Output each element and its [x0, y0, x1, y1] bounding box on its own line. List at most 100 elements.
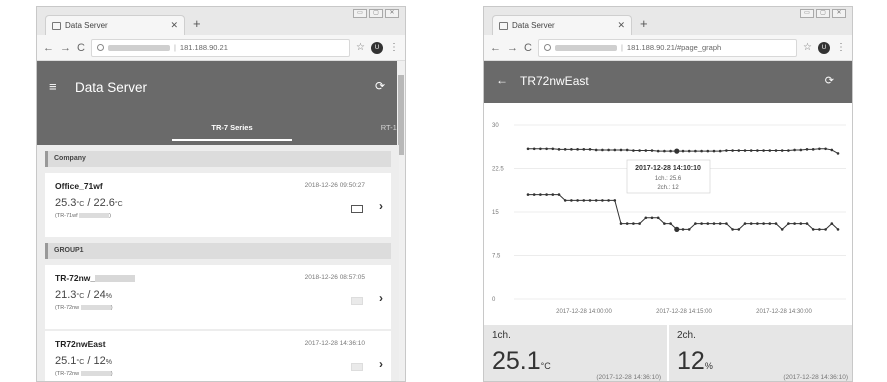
data-point[interactable]: [681, 228, 685, 231]
forward-arrow-icon[interactable]: →: [60, 42, 71, 54]
data-point[interactable]: [805, 148, 809, 151]
data-point[interactable]: [663, 222, 666, 225]
reload-icon[interactable]: C: [524, 42, 532, 54]
data-point[interactable]: [694, 149, 697, 153]
data-point[interactable]: [787, 222, 790, 225]
tab-tr7-series[interactable]: TR-7 Series: [172, 115, 292, 141]
data-point[interactable]: [619, 148, 623, 152]
close-window-icon[interactable]: ✕: [832, 9, 846, 18]
device-card[interactable]: TR72nwEast 25.1°C / 12% (TR-72nw ) 2017-…: [45, 331, 391, 381]
data-point[interactable]: [601, 199, 604, 202]
data-point[interactable]: [526, 193, 530, 196]
forward-arrow-icon[interactable]: →: [507, 42, 518, 54]
extension-icon[interactable]: U: [818, 41, 830, 54]
data-point[interactable]: [656, 216, 660, 220]
data-point[interactable]: [836, 152, 840, 155]
browser-tab[interactable]: Data Server ✕: [492, 15, 632, 35]
chevron-right-icon[interactable]: ›: [379, 291, 383, 305]
data-point[interactable]: [768, 222, 772, 225]
back-icon[interactable]: ←: [496, 73, 508, 87]
data-point[interactable]: [749, 149, 753, 152]
close-window-icon[interactable]: ✕: [385, 9, 399, 18]
data-point[interactable]: [656, 149, 660, 153]
minimize-icon[interactable]: ▭: [800, 9, 814, 18]
data-point[interactable]: [674, 148, 680, 154]
line-chart[interactable]: 30 22.5 15 7.5 0 2017-12-28 14:00:00 2017-12-…: [484, 103, 852, 325]
data-point[interactable]: [557, 148, 561, 151]
data-point[interactable]: [632, 222, 635, 225]
back-arrow-icon[interactable]: ←: [490, 42, 501, 54]
data-point[interactable]: [805, 222, 809, 225]
data-point[interactable]: [737, 149, 741, 152]
data-point[interactable]: [619, 222, 623, 225]
data-point[interactable]: [576, 148, 579, 151]
data-point[interactable]: [737, 228, 741, 231]
data-point[interactable]: [774, 149, 778, 152]
data-point[interactable]: [669, 149, 672, 153]
data-point[interactable]: [681, 149, 685, 153]
data-point[interactable]: [632, 149, 635, 152]
data-point[interactable]: [780, 228, 784, 231]
maximize-icon[interactable]: ▢: [369, 9, 383, 18]
data-point[interactable]: [644, 149, 648, 152]
minimize-icon[interactable]: ▭: [353, 9, 367, 18]
data-point[interactable]: [669, 222, 672, 225]
data-point[interactable]: [694, 222, 697, 225]
data-point[interactable]: [700, 222, 703, 225]
url-input[interactable]: | 181.188.90.21: [90, 38, 351, 57]
data-point[interactable]: [700, 149, 703, 153]
data-point[interactable]: [551, 147, 555, 151]
data-point[interactable]: [588, 148, 592, 151]
data-point[interactable]: [818, 147, 821, 151]
data-point[interactable]: [706, 222, 710, 225]
data-point[interactable]: [811, 228, 815, 231]
data-point[interactable]: [836, 228, 840, 231]
data-point[interactable]: [687, 228, 691, 231]
data-point[interactable]: [582, 199, 586, 202]
data-point[interactable]: [818, 228, 821, 231]
bookmark-star-icon[interactable]: ☆: [803, 42, 812, 53]
data-point[interactable]: [532, 147, 536, 151]
data-point[interactable]: [539, 193, 542, 196]
data-point[interactable]: [725, 222, 728, 225]
new-tab-button[interactable]: +: [193, 16, 201, 31]
chevron-right-icon[interactable]: ›: [379, 199, 383, 213]
data-point[interactable]: [731, 149, 734, 152]
data-point[interactable]: [545, 193, 548, 196]
data-point[interactable]: [582, 148, 586, 151]
data-point[interactable]: [638, 149, 641, 152]
data-point[interactable]: [780, 149, 784, 152]
data-point[interactable]: [712, 149, 716, 153]
data-point[interactable]: [824, 147, 827, 151]
close-tab-icon[interactable]: ✕: [170, 20, 178, 31]
data-point[interactable]: [799, 222, 803, 225]
new-tab-button[interactable]: +: [640, 16, 648, 31]
data-point[interactable]: [768, 149, 772, 152]
data-point[interactable]: [811, 148, 815, 151]
maximize-icon[interactable]: ▢: [816, 9, 830, 18]
data-point[interactable]: [588, 199, 592, 202]
data-point[interactable]: [743, 149, 747, 152]
data-point[interactable]: [706, 149, 710, 153]
data-point[interactable]: [594, 148, 598, 152]
data-point[interactable]: [563, 199, 567, 202]
data-point[interactable]: [799, 148, 803, 152]
data-point[interactable]: [674, 226, 680, 232]
data-point[interactable]: [532, 193, 536, 196]
data-point[interactable]: [793, 148, 796, 152]
data-point[interactable]: [762, 149, 765, 152]
data-point[interactable]: [787, 149, 790, 152]
device-card[interactable]: TR-72nw_ 21.3°C / 24% (TR-72nw ) 2018-12…: [45, 265, 391, 329]
data-point[interactable]: [557, 193, 561, 196]
chevron-right-icon[interactable]: ›: [379, 357, 383, 371]
reload-icon[interactable]: C: [77, 42, 85, 54]
data-point[interactable]: [650, 149, 654, 152]
data-point[interactable]: [756, 149, 759, 152]
browser-tab[interactable]: Data Server ✕: [45, 15, 185, 35]
data-point[interactable]: [830, 222, 834, 225]
extension-icon[interactable]: U: [371, 41, 383, 54]
data-point[interactable]: [607, 199, 610, 202]
data-point[interactable]: [570, 199, 573, 202]
data-point[interactable]: [613, 199, 617, 202]
data-point[interactable]: [601, 148, 604, 152]
